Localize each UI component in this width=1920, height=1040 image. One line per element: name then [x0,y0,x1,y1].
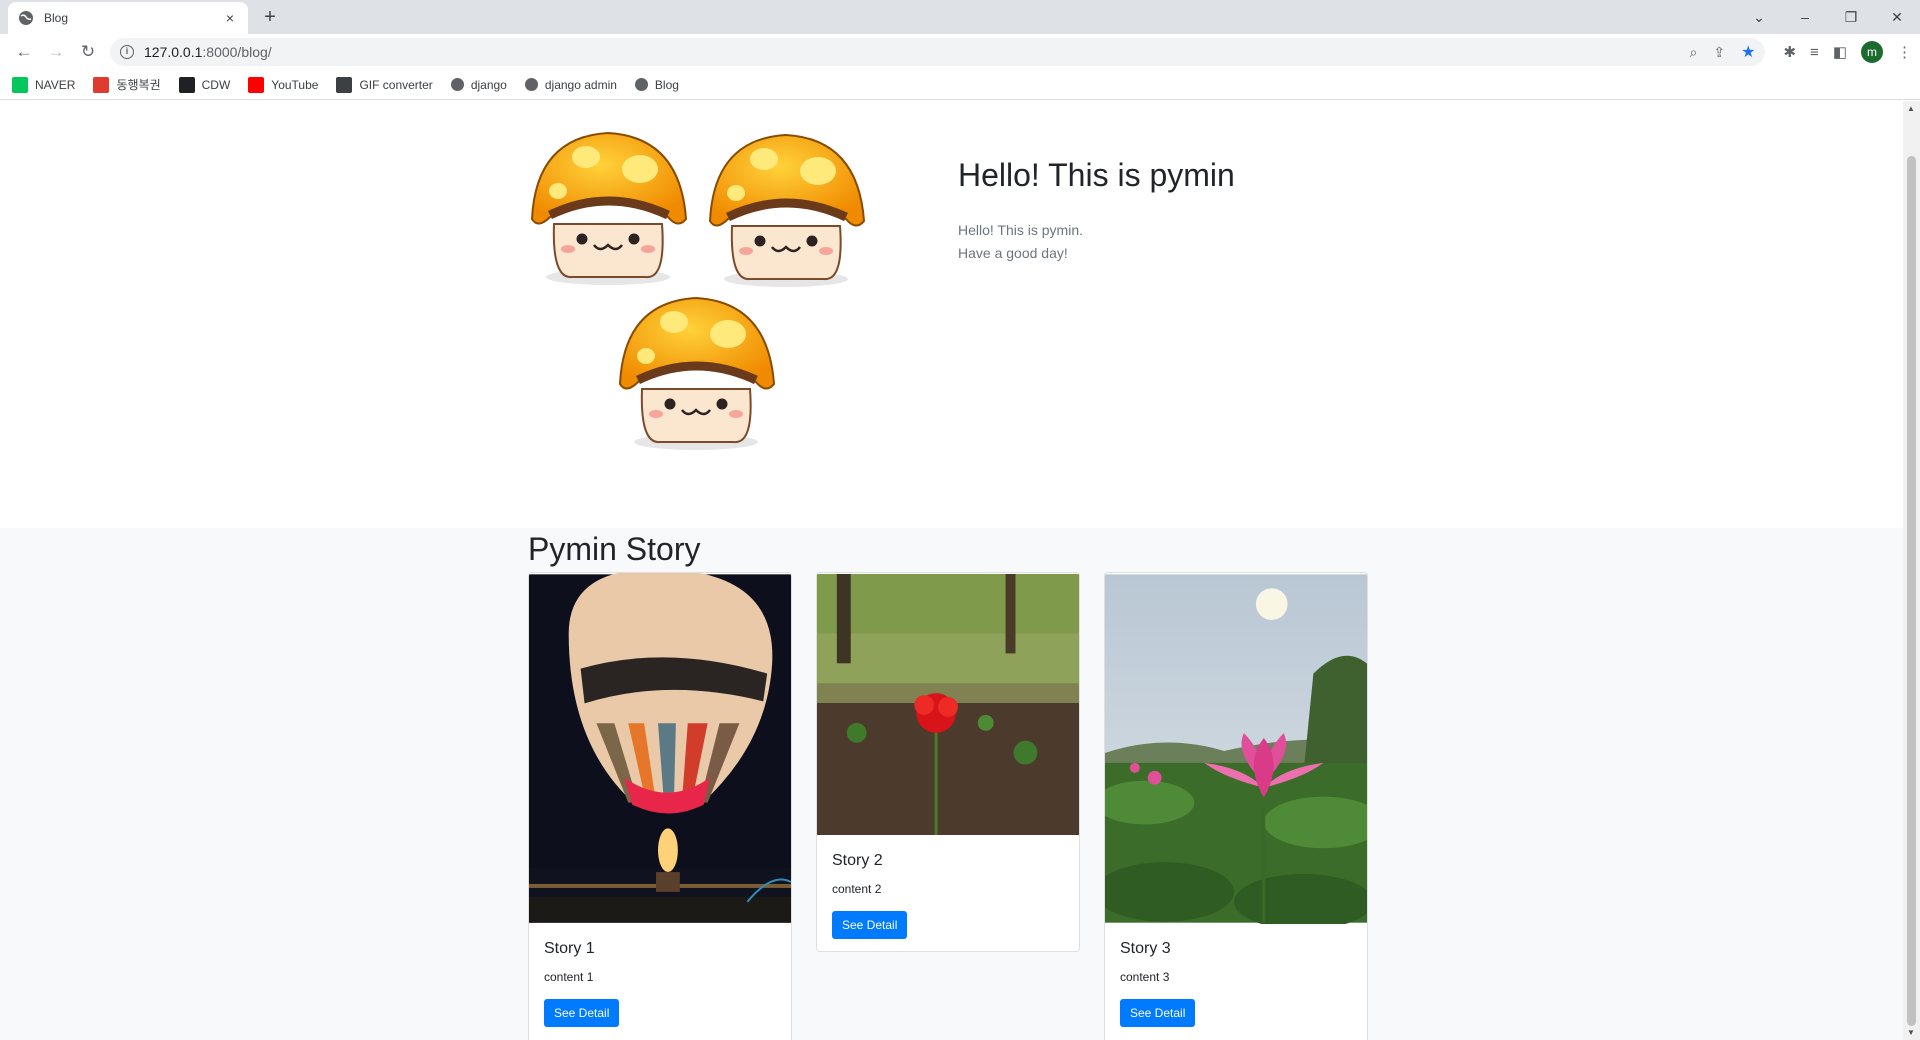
minimize-button[interactable]: – [1782,9,1828,25]
scrollbar-thumb[interactable] [1907,156,1916,1026]
see-detail-button-2[interactable]: See Detail [832,911,908,939]
close-tab-icon[interactable]: × [222,10,238,26]
tab-title: Blog [44,11,69,25]
url-text[interactable]: 127.0.0.1:8000/blog/ [144,44,1690,60]
globe-icon [19,11,33,25]
globe-icon [450,78,464,91]
story-card-3: Story 3 content 3 See Detail [1104,572,1368,1040]
new-tab-button[interactable]: + [258,6,282,30]
browser-toolbar: ← → ↻ i 127.0.0.1:8000/blog/ ⌕ ⇪ ★ ✱ ≡ ◧… [0,34,1920,70]
close-window-button[interactable]: ✕ [1874,9,1920,26]
card-title: Story 1 [544,940,595,957]
bookmark-star-icon[interactable]: ★ [1741,42,1755,62]
window-controls: ⌄ – ❐ ✕ [1736,0,1920,34]
bookmark-label: django [470,77,507,92]
menu-kebab-icon[interactable]: ⋮ [1897,43,1912,61]
hero-line-2: Have a good day! [958,245,1068,261]
browser-tab-bar: Blog × + ⌄ – ❐ ✕ [0,0,1920,34]
browser-tab[interactable]: Blog × [8,2,248,34]
bookmark-label: CDW [201,77,231,92]
url-path: :8000/blog/ [202,44,272,60]
address-bar[interactable]: i 127.0.0.1:8000/blog/ ⌕ ⇪ ★ [110,38,1766,66]
mushroom-character-image [528,129,888,459]
gif-icon [336,76,353,93]
hero-section: Hello! This is pymin Hello! This is pymi… [0,101,1903,528]
globe-icon [524,78,538,91]
see-detail-button-1[interactable]: See Detail [544,999,620,1027]
bookmark-label: YouTube [271,77,319,92]
red-flower-photo [817,573,1079,836]
bookmark-2[interactable]: CDW [178,76,231,93]
bookmark-0[interactable]: NAVER [12,76,76,93]
card-title: Story 3 [1120,940,1171,957]
share-icon[interactable]: ⇪ [1713,44,1725,61]
back-arrow-icon[interactable]: ← [8,36,40,68]
page-scrollbar[interactable]: ▲ ▼ [1903,101,1920,1040]
bookmark-7[interactable]: Blog [634,77,679,92]
profile-avatar[interactable]: m [1861,41,1883,63]
lotus-photo [1105,574,1367,924]
story-card-2: Story 2 content 2 See Detail [816,572,1080,952]
reload-icon[interactable]: ↻ [72,36,104,68]
scroll-down-icon[interactable]: ▼ [1907,1028,1915,1037]
forward-arrow-icon[interactable]: → [40,36,72,68]
card-text: content 1 [544,970,594,984]
card-text: content 2 [832,882,882,896]
bookmark-1[interactable]: 동행복권 [93,76,161,93]
extensions-icon[interactable]: ✱ [1783,43,1796,61]
see-detail-button-3[interactable]: See Detail [1120,999,1196,1027]
story-heading: Pymin Story [528,531,701,567]
site-info-icon[interactable]: i [120,45,134,59]
bookmark-3[interactable]: YouTube [248,76,319,93]
bookmark-5[interactable]: django [450,77,507,92]
restore-button[interactable]: ❐ [1828,9,1874,26]
zoom-icon[interactable]: ⌕ [1690,44,1698,61]
lottery-icon [93,76,110,93]
card-title: Story 2 [832,852,883,869]
hero-line-1: Hello! This is pymin. [958,222,1084,238]
page-viewport: Hello! This is pymin Hello! This is pymi… [0,101,1920,1040]
bookmark-6[interactable]: django admin [524,77,617,92]
scroll-up-icon[interactable]: ▲ [1907,104,1915,113]
story-section: Pymin Story Story 1 content 1 See Detail… [0,528,1903,1040]
youtube-icon [248,76,265,93]
hot-air-balloon-photo [529,573,791,923]
cdw-icon [178,76,195,93]
story-card-1: Story 1 content 1 See Detail [528,572,792,1040]
bookmark-label: GIF converter [359,77,433,92]
bookmark-label: django admin [544,77,617,92]
media-icon[interactable]: ≡ [1810,44,1819,61]
bookmark-label: 동행복권 [116,78,161,92]
hero-text: Hello! This is pymin. Have a good day! [958,219,1083,265]
bookmark-label: NAVER [35,77,76,92]
tab-search-icon[interactable]: ⌄ [1736,9,1782,26]
bookmarks-bar: NAVER 동행복권 CDW YouTube GIF converter django dj… [0,70,1920,100]
card-text: content 3 [1120,970,1170,984]
hero-title: Hello! This is pymin [958,157,1235,193]
url-host: 127.0.0.1 [144,44,203,60]
bookmark-4[interactable]: GIF converter [336,76,433,93]
bookmark-label: Blog [654,77,679,92]
naver-icon [12,76,28,93]
side-panel-icon[interactable]: ◧ [1833,43,1847,61]
globe-icon [634,78,648,91]
